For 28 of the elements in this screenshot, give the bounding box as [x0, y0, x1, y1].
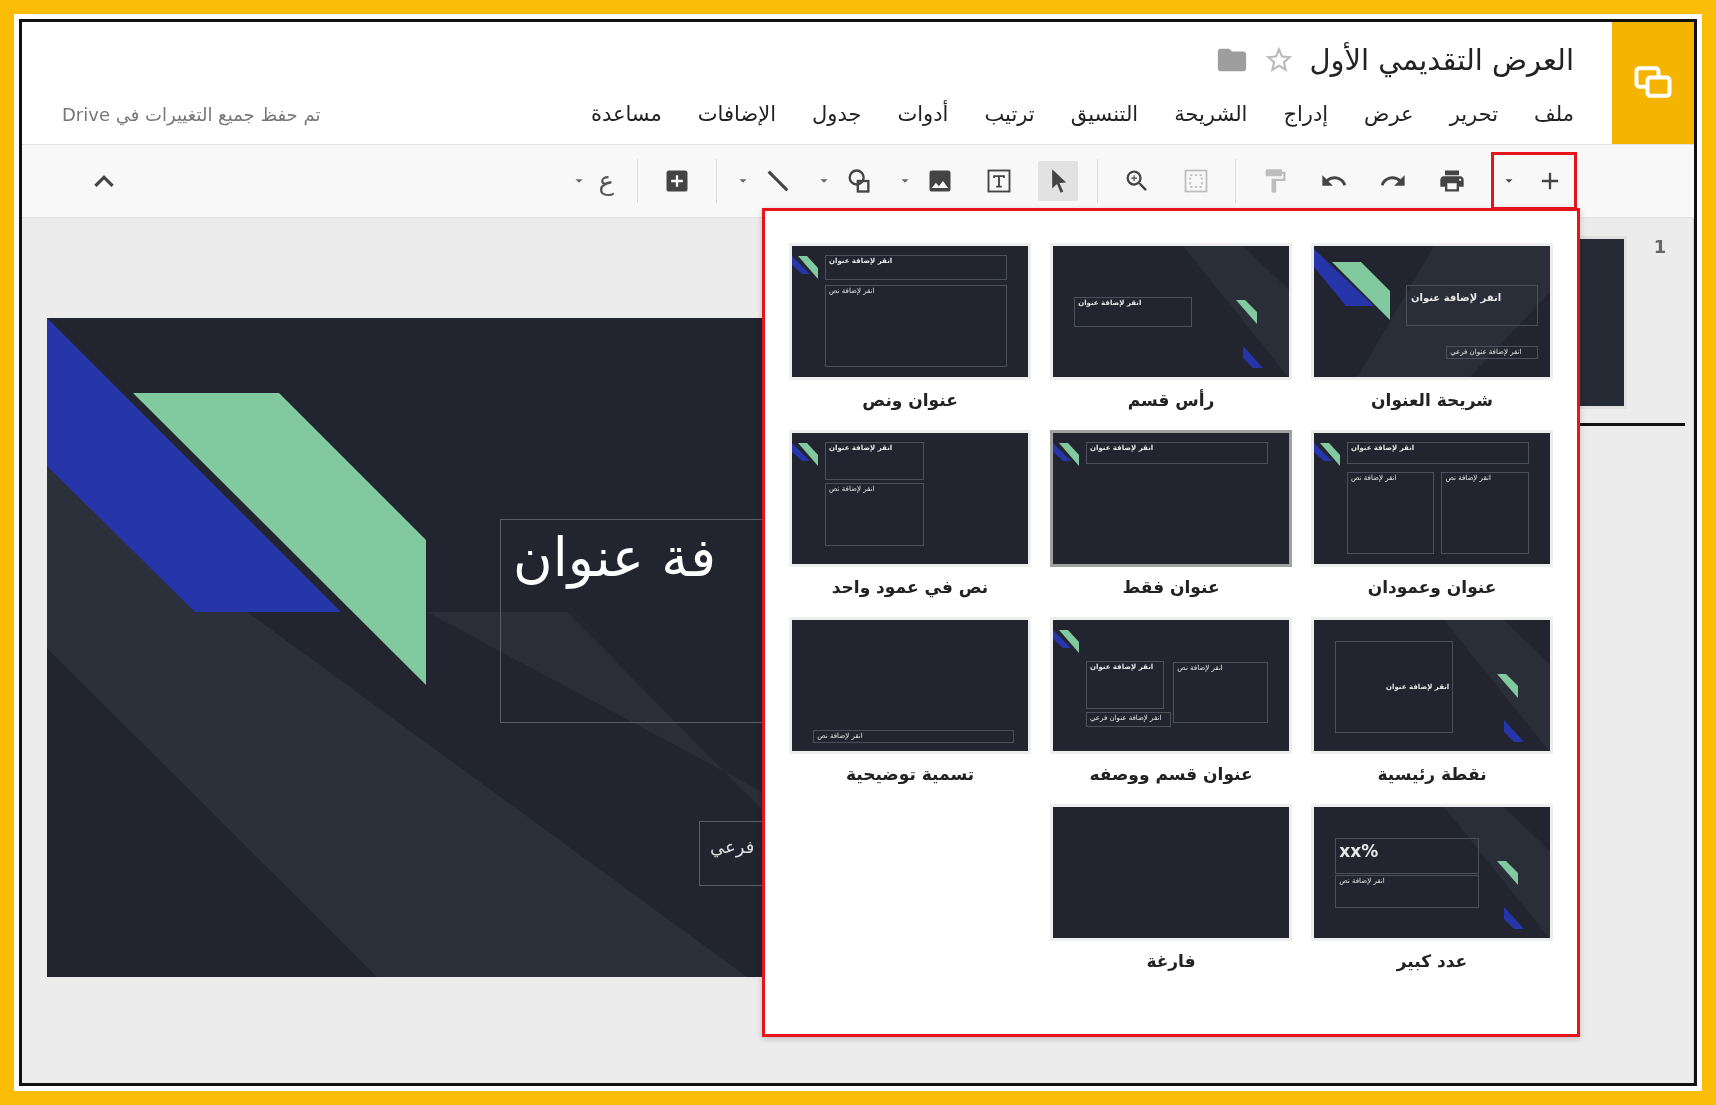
- menu-item[interactable]: جدول: [812, 102, 862, 126]
- layout-name[interactable]: تسمية توضيحية: [845, 764, 975, 784]
- layout-name[interactable]: شريحة العنوان: [1371, 390, 1493, 410]
- menu-item[interactable]: عرض: [1364, 102, 1414, 126]
- save-status[interactable]: تم حفظ جميع التغييرات في Drive: [62, 103, 321, 125]
- layout-name[interactable]: عنوان قسم ووصفه: [1089, 764, 1253, 784]
- menu-item[interactable]: الإضافات: [697, 102, 777, 126]
- slide-number: 1: [1652, 236, 1668, 257]
- layout-name[interactable]: عنوان ونص: [862, 390, 958, 410]
- menu-item[interactable]: أدوات: [897, 102, 949, 126]
- layout-name[interactable]: نقطة رئيسية: [1377, 764, 1487, 784]
- text-placeholder: xx%: [1335, 838, 1480, 874]
- document-title[interactable]: العرض التقديمي الأول: [1309, 43, 1574, 77]
- menu-item[interactable]: تحرير: [1449, 102, 1499, 126]
- menu-item[interactable]: ملف: [1534, 102, 1574, 126]
- layout-name[interactable]: عدد كبير: [1396, 951, 1468, 971]
- menu-item[interactable]: إدراج: [1283, 102, 1329, 126]
- input-tools-button[interactable]: ع: [594, 161, 618, 201]
- menu-item[interactable]: مساعدة: [590, 102, 662, 126]
- layout-name[interactable]: نص في عمود واحد: [831, 577, 989, 597]
- layout-name[interactable]: عنوان وعمودان: [1367, 577, 1497, 597]
- text-placeholder: انقر لإضافة عنوان: [1406, 285, 1539, 326]
- layout-name[interactable]: فارغة: [1146, 951, 1196, 971]
- layout-name[interactable]: رأس قسم: [1127, 390, 1215, 410]
- menu-item[interactable]: الشريحة: [1174, 102, 1248, 126]
- layout-name[interactable]: عنوان فقط: [1122, 577, 1220, 597]
- menu-item[interactable]: التنسيق: [1070, 102, 1139, 126]
- menu-item[interactable]: ترتيب: [984, 102, 1035, 126]
